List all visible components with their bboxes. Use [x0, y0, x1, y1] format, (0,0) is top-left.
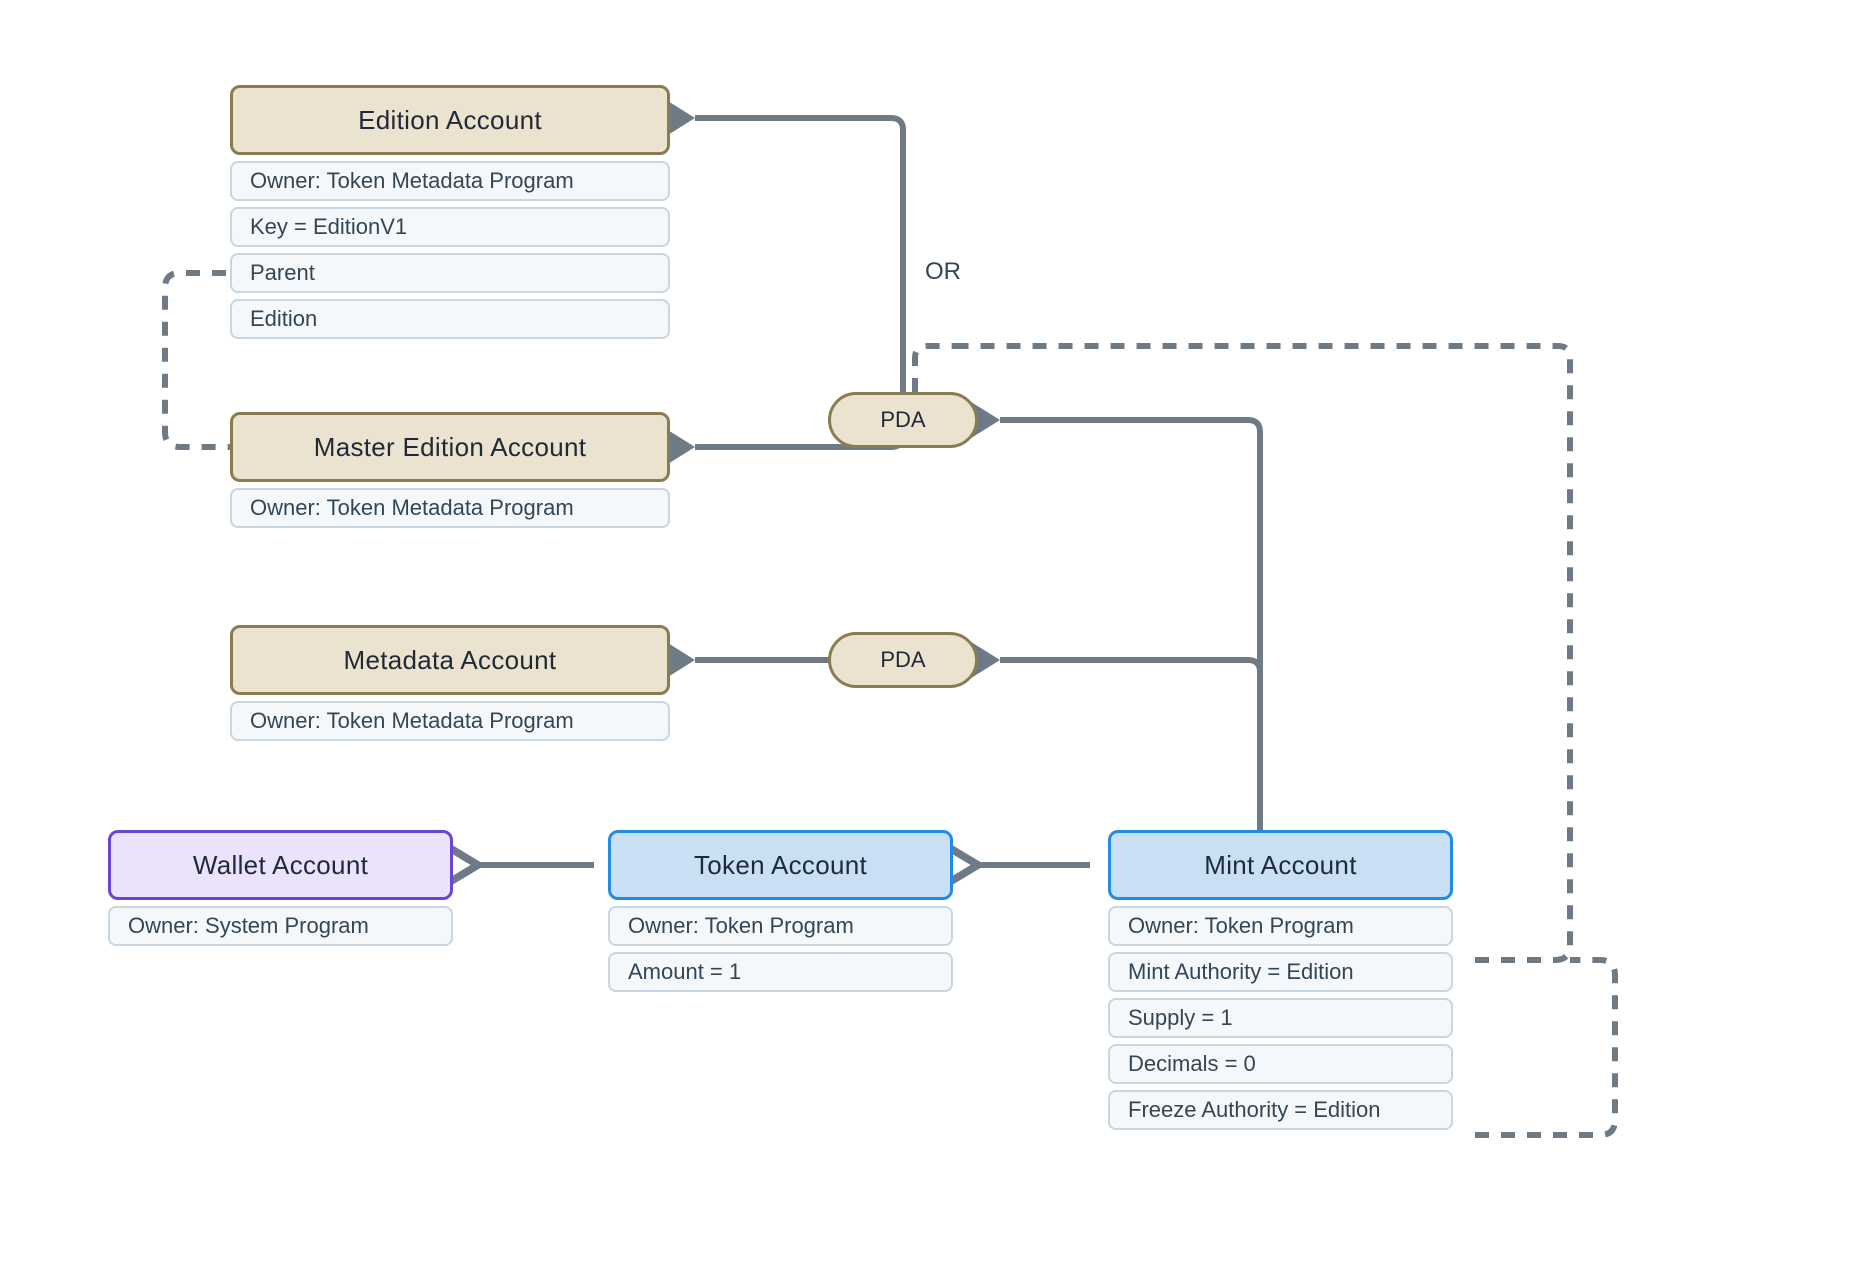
- or-label: OR: [925, 258, 961, 286]
- token-node: Token Account Owner: Token Program Amoun…: [608, 830, 953, 992]
- metadata-header: Metadata Account: [230, 625, 670, 695]
- mint-title: Mint Account: [1204, 850, 1356, 881]
- mint-field-freeze: Freeze Authority = Edition: [1108, 1090, 1453, 1130]
- edition-field-edition: Edition: [230, 299, 670, 339]
- token-field-amount: Amount = 1: [608, 952, 953, 992]
- edition-account-node: Edition Account Owner: Token Metadata Pr…: [230, 85, 670, 339]
- edition-account-title: Edition Account: [358, 105, 542, 136]
- master-edition-header: Master Edition Account: [230, 412, 670, 482]
- pda-label-2: PDA: [880, 647, 925, 673]
- mint-field-supply: Supply = 1: [1108, 998, 1453, 1038]
- master-edition-title: Master Edition Account: [314, 432, 587, 463]
- diagram-canvas: Edition Account Owner: Token Metadata Pr…: [0, 0, 1860, 1272]
- metadata-field-owner: Owner: Token Metadata Program: [230, 701, 670, 741]
- pda-pill-1: PDA: [828, 392, 978, 448]
- mint-field-owner: Owner: Token Program: [1108, 906, 1453, 946]
- metadata-node: Metadata Account Owner: Token Metadata P…: [230, 625, 670, 741]
- wallet-title: Wallet Account: [193, 850, 368, 881]
- mint-field-decimals: Decimals = 0: [1108, 1044, 1453, 1084]
- token-field-owner: Owner: Token Program: [608, 906, 953, 946]
- wallet-node: Wallet Account Owner: System Program: [108, 830, 453, 946]
- pda-pill-2: PDA: [828, 632, 978, 688]
- metadata-title: Metadata Account: [344, 645, 557, 676]
- master-field-owner: Owner: Token Metadata Program: [230, 488, 670, 528]
- edition-field-parent: Parent: [230, 253, 670, 293]
- token-header: Token Account: [608, 830, 953, 900]
- edition-field-owner: Owner: Token Metadata Program: [230, 161, 670, 201]
- master-edition-node: Master Edition Account Owner: Token Meta…: [230, 412, 670, 528]
- token-title: Token Account: [694, 850, 867, 881]
- edition-field-key: Key = EditionV1: [230, 207, 670, 247]
- mint-node: Mint Account Owner: Token Program Mint A…: [1108, 830, 1453, 1130]
- wallet-field-owner: Owner: System Program: [108, 906, 453, 946]
- pda-label-1: PDA: [880, 407, 925, 433]
- edition-account-header: Edition Account: [230, 85, 670, 155]
- wallet-header: Wallet Account: [108, 830, 453, 900]
- mint-field-mintauth: Mint Authority = Edition: [1108, 952, 1453, 992]
- mint-header: Mint Account: [1108, 830, 1453, 900]
